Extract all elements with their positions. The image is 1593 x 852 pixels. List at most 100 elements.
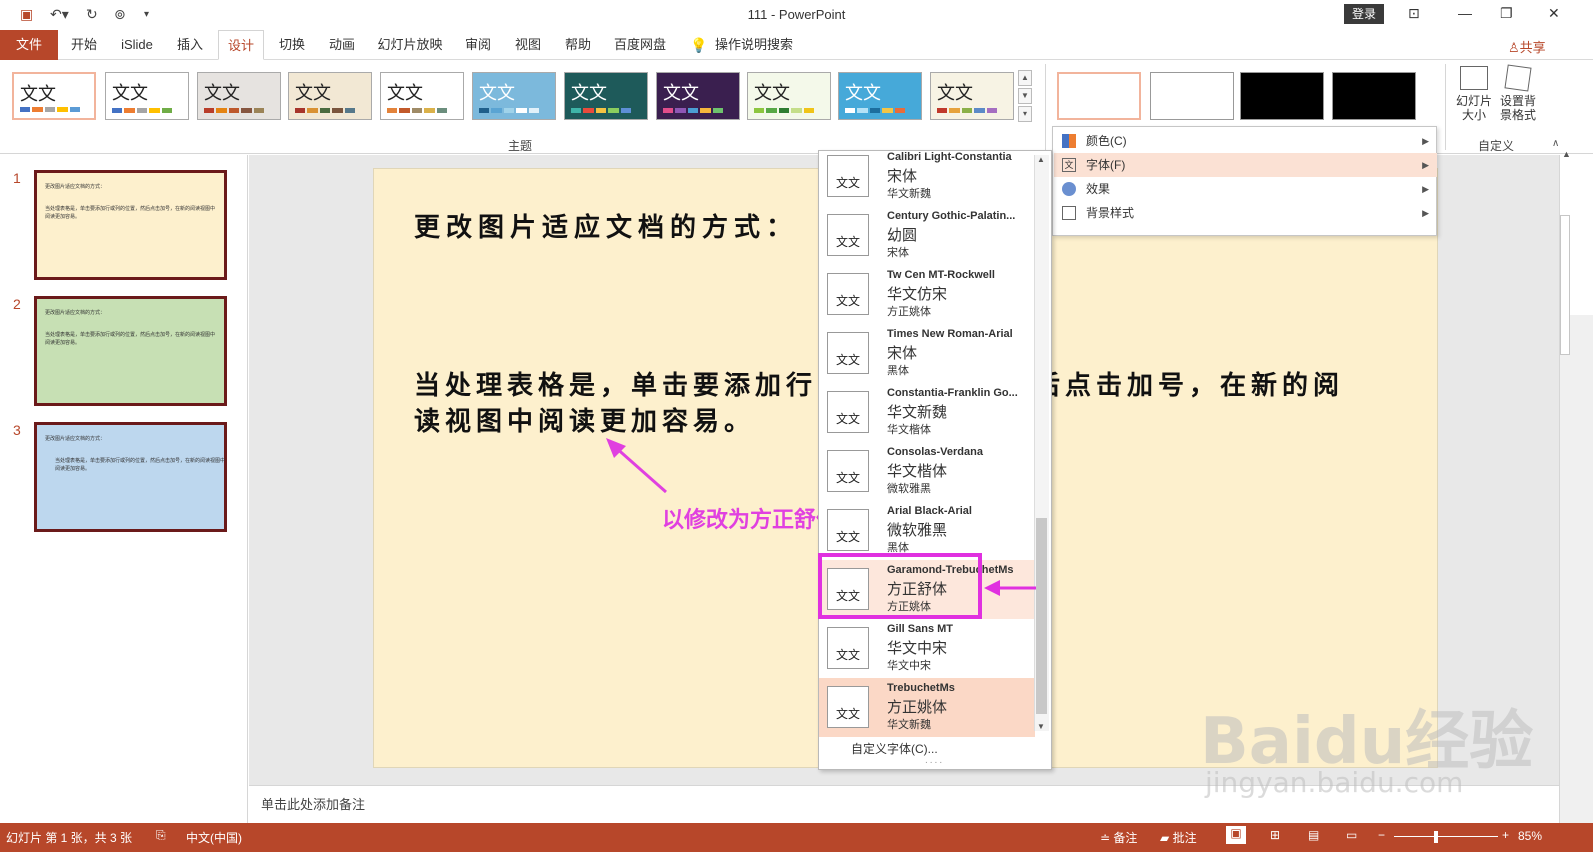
variant-4[interactable] [1332,72,1416,120]
save-icon[interactable]: ▣ [20,6,33,23]
ribbon-display-icon[interactable]: ⊡ [1408,5,1420,22]
submenu-arrow-icon: ▶ [1422,208,1429,218]
slide-thumbnail-2[interactable]: 更改图片适应文档的方式： 当处理表格是，单击要添加行或列的位置，然后点击加号，在… [34,296,227,406]
menu-item-colors[interactable]: 颜色(C) ▶ [1054,129,1437,153]
slide-sorter-icon[interactable]: ⊞ [1270,828,1280,842]
format-background-icon [1504,64,1532,92]
tab-slideshow[interactable]: 幻灯片放映 [372,30,448,60]
theme-9[interactable]: 文文 [747,72,831,120]
variant-menu: 颜色(C) ▶ 文 字体(F) ▶ 效果 ▶ 背景样式 ▶ [1052,126,1437,236]
theme-4[interactable]: 文文 [288,72,372,120]
start-from-beginning-icon[interactable]: ⊚ [114,6,126,23]
themes-more[interactable]: ▾ [1018,106,1032,122]
tab-islide[interactable]: iSlide [114,30,160,60]
collapse-ribbon-icon[interactable]: ∧ [1552,138,1559,149]
tab-baidu-pan[interactable]: 百度网盘 [608,30,672,60]
slideshow-icon[interactable]: ▭ [1346,828,1357,842]
annotation-arrow [606,438,667,494]
font-option[interactable]: 文文 Gill Sans MT 华文中宋 华文中宋 [819,619,1035,678]
zoom-in-icon[interactable]: + [1502,828,1509,842]
font-option-hover[interactable]: 文文 TrebuchetMs 方正姚体 华文新魏 [819,678,1035,737]
tab-review[interactable]: 审阅 [456,30,500,60]
font-option[interactable]: 文文 Tw Cen MT-Rockwell 华文仿宋 方正姚体 [819,265,1035,324]
theme-7[interactable]: 文文 [564,72,648,120]
zoom-slider-thumb[interactable] [1434,831,1438,843]
theme-11[interactable]: 文文 [930,72,1014,120]
format-background-button[interactable]: 设置背景格式 [1496,64,1540,122]
notes-placeholder[interactable]: 单击此处添加备注 [261,794,365,813]
watermark-url: jingyan.baidu.com [1205,766,1464,799]
variant-3[interactable] [1240,72,1324,120]
menu-item-fonts[interactable]: 文 字体(F) ▶ [1054,153,1437,177]
person-icon: ♙ [1508,40,1520,55]
themes-scroll-down[interactable]: ▼ [1018,88,1032,104]
slide-number: 3 [13,422,21,438]
slide-size-icon [1460,66,1488,90]
tell-me-search[interactable]: 操作说明搜索 [714,30,794,60]
notes-toggle[interactable]: ≐ 备注 [1100,829,1137,846]
lightbulb-icon: 💡 [690,37,708,53]
slide-size-button[interactable]: 幻灯片大小 [1454,66,1494,122]
tab-transitions[interactable]: 切换 [270,30,314,60]
theme-10[interactable]: 文文 [838,72,922,120]
slide-thumbnail-1[interactable]: 更改图片适应文档的方式： 当处理表格是，单击要添加行或列的位置，然后点击加号，在… [34,170,227,280]
fonts-icon: 文 [1062,158,1076,172]
theme-8[interactable]: 文文 [656,72,740,120]
colors-icon [1062,134,1076,148]
reading-view-icon[interactable]: ▤ [1308,828,1319,842]
slide-title[interactable]: 更改图片适应文档的方式： [414,207,798,244]
zoom-slider[interactable] [1394,836,1498,837]
tab-design[interactable]: 设计 [218,30,264,60]
font-option[interactable]: 文文 Times New Roman-Arial 宋体 黑体 [819,324,1035,383]
minimize-icon[interactable]: — [1458,5,1472,21]
tab-animations[interactable]: 动画 [320,30,364,60]
login-button[interactable]: 登录 [1344,4,1384,24]
custom-fonts-link[interactable]: 自定义字体(C)... [851,740,938,757]
comments-toggle[interactable]: ▰ 批注 [1160,829,1197,846]
font-option[interactable]: 文文 Century Gothic-Palatin... 幼圆 宋体 [819,206,1035,265]
submenu-arrow-icon: ▶ [1422,184,1429,194]
theme-2[interactable]: 文文 [105,72,189,120]
variant-2[interactable] [1150,72,1234,120]
undo-icon[interactable]: ↶▾ [50,6,69,23]
scrollbar-thumb[interactable] [1560,215,1570,355]
theme-5[interactable]: 文文 [380,72,464,120]
menu-item-background-styles[interactable]: 背景样式 ▶ [1054,201,1437,225]
font-option[interactable]: 文文 Consolas-Verdana 华文楷体 微软雅黑 [819,442,1035,501]
normal-view-icon[interactable]: ▣ [1226,826,1246,844]
maximize-icon[interactable]: ❐ [1500,5,1513,22]
themes-scroll-up[interactable]: ▲ [1018,70,1032,86]
scroll-up-arrow-icon[interactable]: ▲ [1562,149,1571,159]
tab-help[interactable]: 帮助 [556,30,600,60]
customize-toolbar-icon[interactable]: ▾ [144,9,149,20]
vertical-scrollbar[interactable]: ▲ [1559,149,1593,823]
redo-icon[interactable]: ↻ [86,6,98,23]
fonts-dropdown: 文文 Calibri Light-Constantia 宋体 华文新魏 文文 C… [818,150,1052,770]
zoom-level[interactable]: 85% [1518,829,1542,843]
zoom-out-icon[interactable]: − [1378,828,1385,842]
share-button[interactable]: ♙共享 [1508,37,1546,56]
scroll-up-arrow-icon[interactable]: ▲ [1037,155,1045,164]
fonts-scrollbar-thumb[interactable] [1036,518,1047,714]
tab-view[interactable]: 视图 [506,30,550,60]
effects-icon [1062,182,1076,196]
language-indicator[interactable]: 中文(中国) [186,829,242,846]
theme-3[interactable]: 文文 [197,72,281,120]
font-option[interactable]: 文文 Arial Black-Arial 微软雅黑 黑体 [819,501,1035,560]
tab-home[interactable]: 开始 [62,30,106,60]
variant-1[interactable] [1057,72,1141,120]
font-option[interactable]: 文文 Calibri Light-Constantia 宋体 华文新魏 [819,151,1035,206]
spellcheck-icon[interactable]: ⎘ [156,828,166,843]
scroll-down-arrow-icon[interactable]: ▼ [1037,722,1045,731]
slide-number: 1 [13,170,21,186]
annotation-text: 以修改为方正舒体 [662,507,839,532]
tab-insert[interactable]: 插入 [168,30,212,60]
theme-office[interactable]: 文文 [12,72,96,120]
menu-item-effects[interactable]: 效果 ▶ [1054,177,1437,201]
theme-6[interactable]: 文文 [472,72,556,120]
font-option[interactable]: 文文 Constantia-Franklin Go... 华文新魏 华文楷体 [819,383,1035,442]
highlight-arrow [984,580,1036,596]
close-icon[interactable]: ✕ [1548,5,1560,22]
tab-file[interactable]: 文件 [0,30,58,60]
slide-thumbnail-3[interactable]: 更改图片适应文档的方式： 当处理表格是，单击要添加行或列的位置，然后点击加号，在… [34,422,227,532]
